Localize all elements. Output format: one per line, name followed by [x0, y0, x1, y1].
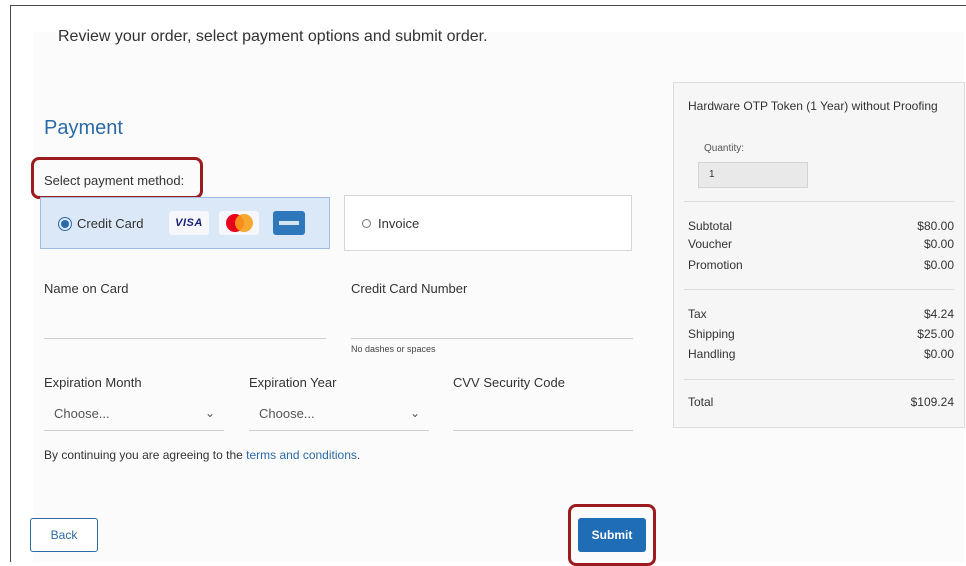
- row-label: Handling: [688, 347, 736, 361]
- row-label: Voucher: [688, 237, 733, 251]
- terms-suffix: .: [356, 448, 361, 462]
- summary-row-tax: Tax $4.24: [688, 307, 954, 323]
- exp-year-underline: [249, 430, 429, 431]
- name-on-card-input[interactable]: [44, 338, 326, 339]
- row-label: Shipping: [688, 327, 735, 341]
- summary-divider: [684, 379, 954, 380]
- terms-prefix: By continuing you are agreeing to the: [44, 448, 247, 462]
- exp-month-value: Choose...: [54, 406, 110, 421]
- summary-row-total: Total $109.24: [688, 395, 954, 411]
- summary-row-shipping: Shipping $25.00: [688, 327, 954, 343]
- summary-row-handling: Handling $0.00: [688, 347, 954, 363]
- chevron-down-icon: ⌄: [204, 406, 216, 420]
- exp-month-underline: [44, 430, 224, 431]
- frame-border-left: [10, 5, 11, 562]
- exp-year-select[interactable]: Choose... ⌄: [249, 400, 429, 430]
- exp-year-value: Choose...: [259, 406, 315, 421]
- card-number-input[interactable]: [351, 338, 633, 339]
- terms-text: By continuing you are agreeing to the te…: [44, 448, 360, 462]
- summary-row-promotion: Promotion $0.00: [688, 258, 954, 274]
- summary-divider: [684, 201, 954, 202]
- visa-logo-icon: VISA: [169, 211, 209, 235]
- radio-selected-icon[interactable]: [61, 220, 69, 228]
- mastercard-logo-icon: [219, 211, 259, 235]
- credit-card-label: Credit Card: [77, 216, 144, 231]
- invoice-label: Invoice: [378, 216, 420, 231]
- payment-option-invoice[interactable]: Invoice: [344, 195, 632, 251]
- order-summary: Hardware OTP Token (1 Year) without Proo…: [673, 82, 965, 428]
- row-value: $25.00: [917, 327, 954, 341]
- row-label: Total: [688, 395, 714, 409]
- summary-row-subtotal: Subtotal $80.00: [688, 219, 954, 235]
- product-name: Hardware OTP Token (1 Year) without Proo…: [688, 99, 938, 113]
- exp-month-label: Expiration Month: [44, 375, 142, 390]
- quantity-field: 1: [698, 162, 808, 188]
- amex-logo-icon: [273, 211, 305, 235]
- quantity-label: Quantity:: [704, 143, 745, 154]
- summary-divider: [684, 289, 954, 290]
- row-value: $0.00: [923, 237, 954, 251]
- card-number-hint: No dashes or spaces: [351, 344, 436, 354]
- frame-border-top: [10, 5, 966, 6]
- name-on-card-label: Name on Card: [44, 281, 129, 296]
- summary-row-voucher: Voucher $0.00: [688, 237, 954, 253]
- row-label: Tax: [688, 307, 707, 321]
- cvv-label: CVV Security Code: [453, 375, 565, 390]
- chevron-down-icon: ⌄: [409, 406, 421, 420]
- payment-method-label: Select payment method:: [44, 173, 185, 188]
- exp-year-label: Expiration Year: [249, 375, 337, 390]
- row-value: $0.00: [923, 258, 954, 272]
- payment-option-credit-card[interactable]: Credit Card VISA: [40, 197, 330, 249]
- card-number-label: Credit Card Number: [351, 281, 468, 296]
- row-label: Subtotal: [688, 219, 733, 233]
- row-value: $80.00: [917, 219, 954, 233]
- radio-unselected-icon[interactable]: [362, 219, 371, 228]
- back-button[interactable]: Back: [30, 518, 98, 552]
- exp-month-select[interactable]: Choose... ⌄: [44, 400, 224, 430]
- row-label: Promotion: [688, 258, 743, 272]
- terms-link[interactable]: terms and conditions: [246, 448, 357, 462]
- row-value: $0.00: [923, 347, 954, 361]
- payment-title: Payment: [44, 117, 123, 139]
- submit-button[interactable]: Submit: [578, 518, 646, 552]
- row-value: $4.24: [923, 307, 954, 321]
- intro-text: Review your order, select payment option…: [58, 28, 488, 45]
- row-value: $109.24: [910, 395, 954, 409]
- cvv-input[interactable]: [453, 430, 633, 431]
